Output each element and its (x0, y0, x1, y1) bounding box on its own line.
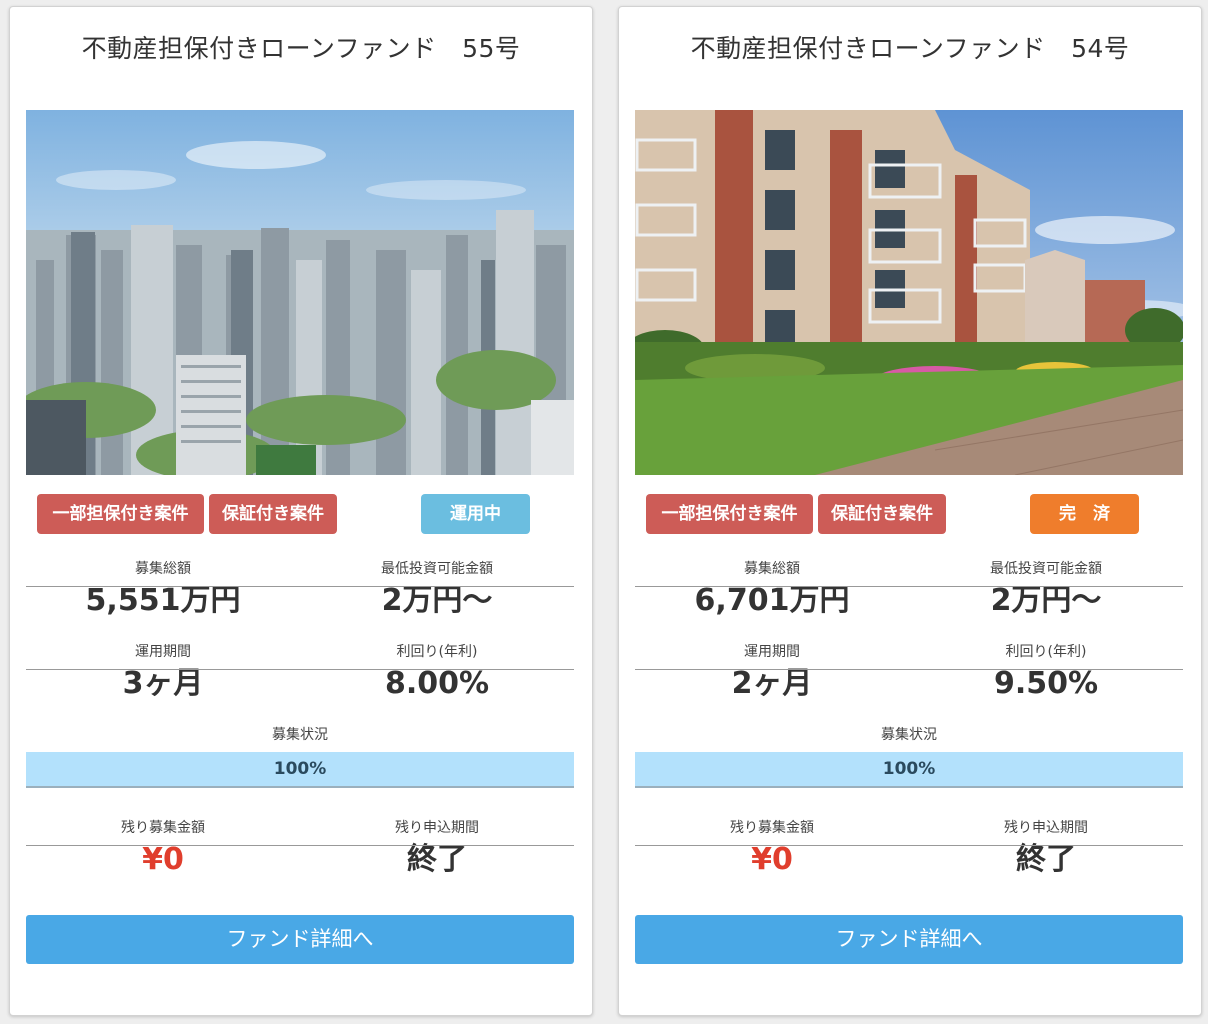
stat-value: 2万円〜 (381, 583, 493, 618)
stat-total: 募集総額 5,551万円 (26, 560, 300, 620)
progress-bar: 100% (635, 752, 1183, 786)
stat-label: 最低投資可能金額 (990, 561, 1102, 577)
divider (635, 586, 1183, 587)
divider (26, 669, 574, 670)
stat-yield: 利回り(年利) 9.50% (909, 643, 1183, 703)
divider (635, 845, 1183, 846)
divider (26, 586, 574, 587)
stat-label: 募集状況 (272, 727, 328, 743)
stat-remaining-period: 残り申込期間 終了 (909, 819, 1183, 879)
status-badge: 完 済 (1030, 494, 1139, 534)
stat-value: 2ヶ月 (731, 666, 813, 701)
stat-remaining-amount: 残り募集金額 ¥0 (635, 819, 909, 879)
tag-guaranteed: 保証付き案件 (818, 494, 946, 534)
stat-value: 8.00% (384, 666, 490, 701)
stat-period: 運用期間 3ヶ月 (26, 643, 300, 703)
stat-minimum: 最低投資可能金額 2万円〜 (909, 560, 1183, 620)
stat-remaining-period: 残り申込期間 終了 (300, 819, 574, 879)
stat-label: 募集総額 (744, 561, 800, 577)
recruitment-status: 募集状況 (635, 726, 1183, 744)
fund-detail-button[interactable]: ファンド詳細へ (26, 915, 574, 964)
divider (635, 786, 1183, 788)
stat-label: 最低投資可能金額 (381, 561, 493, 577)
stat-minimum: 最低投資可能金額 2万円〜 (300, 560, 574, 620)
stat-value: 2万円〜 (990, 583, 1102, 618)
stat-value: 3ヶ月 (122, 666, 204, 701)
fund-photo-city-skyline[interactable] (26, 110, 574, 475)
stat-value: 6,701万円 (694, 583, 850, 618)
stat-value: ¥0 (142, 842, 184, 877)
stat-label: 利回り(年利) (1005, 644, 1087, 660)
tag-partial-collateral: 一部担保付き案件 (646, 494, 813, 534)
stat-label: 利回り(年利) (396, 644, 478, 660)
tag-guaranteed: 保証付き案件 (209, 494, 337, 534)
stat-label: 運用期間 (744, 644, 800, 660)
stat-value: 9.50% (993, 666, 1099, 701)
stat-label: 残り募集金額 (121, 820, 205, 836)
fund-badges: 一部担保付き案件 保証付き案件 完 済 (635, 494, 1183, 534)
stat-remaining-amount: 残り募集金額 ¥0 (26, 819, 300, 879)
progress-bar: 100% (26, 752, 574, 786)
fund-card-55: 不動産担保付きローンファンド 55号 一部担保付き案件 保証付き案件 運用中 募… (9, 6, 593, 1016)
recruitment-status: 募集状況 (26, 726, 574, 744)
tag-partial-collateral: 一部担保付き案件 (37, 494, 204, 534)
stat-value: 終了 (407, 842, 467, 877)
divider (26, 786, 574, 788)
fund-title[interactable]: 不動産担保付きローンファンド 55号 (10, 29, 592, 65)
fund-card-54: 不動産担保付きローンファンド 54号 一部担保付き案件 保証付き案件 完 済 募… (618, 6, 1202, 1016)
stat-yield: 利回り(年利) 8.00% (300, 643, 574, 703)
divider (26, 845, 574, 846)
stat-label: 募集状況 (881, 727, 937, 743)
fund-photo-apartment[interactable] (635, 110, 1183, 475)
fund-detail-button[interactable]: ファンド詳細へ (635, 915, 1183, 964)
stat-value: 終了 (1016, 842, 1076, 877)
status-badge: 運用中 (421, 494, 530, 534)
stat-label: 運用期間 (135, 644, 191, 660)
progress-text: 100% (273, 759, 327, 779)
stat-label: 残り申込期間 (1004, 820, 1088, 836)
stat-value: ¥0 (751, 842, 793, 877)
stat-total: 募集総額 6,701万円 (635, 560, 909, 620)
stat-label: 残り募集金額 (730, 820, 814, 836)
fund-title[interactable]: 不動産担保付きローンファンド 54号 (619, 29, 1201, 65)
stat-label: 募集総額 (135, 561, 191, 577)
progress-text: 100% (882, 759, 936, 779)
fund-badges: 一部担保付き案件 保証付き案件 運用中 (26, 494, 574, 534)
stat-period: 運用期間 2ヶ月 (635, 643, 909, 703)
stat-value: 5,551万円 (85, 583, 241, 618)
divider (635, 669, 1183, 670)
stat-label: 残り申込期間 (395, 820, 479, 836)
